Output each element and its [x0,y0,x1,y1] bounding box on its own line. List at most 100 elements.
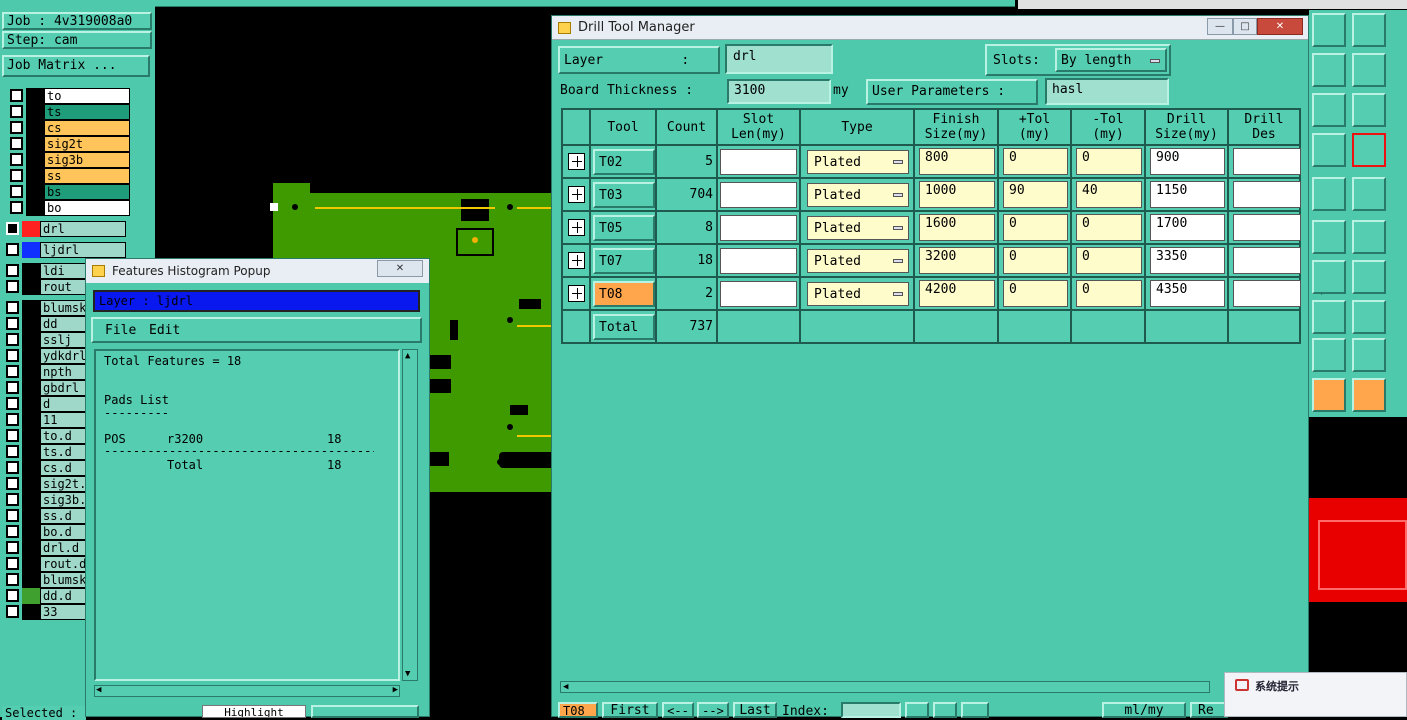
layer-checkbox[interactable] [10,105,23,118]
undo-icon[interactable] [1352,260,1386,294]
slot-len-input[interactable] [720,215,797,241]
layer-checkbox[interactable] [6,264,19,277]
layer-checkbox[interactable] [6,397,19,410]
drill-des-input[interactable] [1233,280,1301,307]
scroll-up-icon[interactable]: ▲ [405,351,410,361]
drill-des-input[interactable] [1233,181,1301,208]
layer-checkbox[interactable] [6,317,19,330]
finish-size-input[interactable]: 800 [919,148,995,175]
drill-des-input[interactable] [1233,247,1301,274]
layer-checkbox[interactable] [6,381,19,394]
layer-checkbox[interactable] [10,153,23,166]
layer-checkbox[interactable] [10,169,23,182]
drill-size-input[interactable]: 1700 [1150,214,1225,241]
minus-tol-input[interactable]: 40 [1076,181,1142,208]
cross-icon[interactable] [1312,220,1346,254]
close-button[interactable] [311,705,419,718]
maximize-icon[interactable]: □ [1233,18,1257,35]
job-matrix-button[interactable]: Job Matrix ... [2,55,150,77]
layer-checkbox[interactable] [6,365,19,378]
drill-tool-manager-titlebar[interactable]: Drill Tool Manager — □ ✕ [552,16,1308,40]
slot-len-input[interactable] [720,149,797,175]
minus-tol-input[interactable]: 0 [1076,148,1142,175]
row-select-cell[interactable] [561,144,591,179]
drill-size-input[interactable]: 1150 [1150,181,1225,208]
slots-dropdown[interactable]: By length [1055,48,1167,72]
pin-icon[interactable] [1312,133,1346,167]
slot-len-input[interactable] [720,182,797,208]
minus-tol-input[interactable]: 0 [1076,214,1142,241]
slot-len-input[interactable] [720,248,797,274]
last-button[interactable]: Last [733,702,777,718]
pan-icon[interactable] [1312,93,1346,127]
layer-checkbox[interactable] [10,185,23,198]
home-icon[interactable] [1352,13,1386,47]
expand-icon[interactable] [568,153,585,170]
slot-len-input[interactable] [720,281,797,307]
finish-size-input[interactable]: 3200 [919,247,995,274]
tool-button[interactable]: T08 [593,281,655,307]
drill-size-input[interactable]: 4350 [1150,280,1225,307]
layer-checkbox[interactable] [6,557,19,570]
finish-size-input[interactable]: 1600 [919,214,995,241]
finish-size-input[interactable]: 4200 [919,280,995,307]
prev-button[interactable]: <-- [662,702,694,718]
plus-tol-input[interactable]: 90 [1003,181,1068,208]
layer-checkbox[interactable] [10,201,23,214]
histogram-horizontal-scrollbar[interactable]: ◀ ▶ [94,685,400,697]
expand-icon[interactable] [568,186,585,203]
units-dropdown[interactable]: ml/my [1102,702,1186,718]
row-select-cell[interactable] [561,177,591,212]
close-icon[interactable]: ✕ [1257,18,1303,35]
board-thickness-field[interactable]: 3100 [727,79,831,104]
drill-size-input[interactable]: 3350 [1150,247,1225,274]
tool-button[interactable]: T03 [593,182,655,208]
layer-checkbox[interactable] [6,509,19,522]
histogram-titlebar[interactable]: Features Histogram Popup ✕ [86,259,429,283]
user-parameters-field[interactable]: hasl [1045,78,1169,105]
scale-icon[interactable] [1352,93,1386,127]
layer-checkbox[interactable] [6,301,19,314]
line-icon[interactable] [1312,260,1346,294]
re-button[interactable]: Re [1190,702,1228,718]
swap-icon[interactable] [1352,53,1386,87]
select-arrow-icon[interactable] [1312,378,1346,412]
delete-icon[interactable] [961,702,989,718]
menu-file[interactable]: File [105,323,136,338]
layer-checkbox[interactable] [6,349,19,362]
layer-checkbox[interactable] [10,89,23,102]
type-dropdown[interactable]: Plated [807,282,909,306]
layer-checkbox[interactable] [6,493,19,506]
tool-button[interactable]: T02 [593,149,655,175]
minimize-icon[interactable]: — [1207,18,1233,35]
layer-checkbox[interactable] [6,413,19,426]
expand-icon[interactable] [568,252,585,269]
close-icon[interactable]: ✕ [377,260,423,277]
arc-up-icon[interactable] [1352,338,1386,372]
layer-checkbox[interactable] [6,445,19,458]
zoom-icon[interactable] [905,702,929,718]
layer-checkbox[interactable] [6,222,19,235]
drill-des-input[interactable] [1233,214,1301,241]
plus-tol-input[interactable]: 0 [1003,214,1068,241]
type-dropdown[interactable]: Plated [807,150,909,174]
system-prompt-popup[interactable]: 系统提示 [1224,672,1407,717]
drill-des-input[interactable] [1233,148,1301,175]
finish-size-input[interactable]: 1000 [919,181,995,208]
save-icon[interactable] [1312,13,1346,47]
layer-checkbox[interactable] [6,589,19,602]
import-icon[interactable] [1312,53,1346,87]
layer-checkbox[interactable] [10,137,23,150]
drill-size-input[interactable]: 900 [1150,148,1225,175]
arc-icon[interactable] [1312,338,1346,372]
net-icon[interactable] [1352,133,1386,167]
type-dropdown[interactable]: Plated [807,249,909,273]
layer-checkbox[interactable] [6,333,19,346]
scroll-left-icon[interactable]: ◀ [563,682,568,692]
tool-button[interactable]: T05 [593,215,655,241]
plus-tol-input[interactable]: 0 [1003,148,1068,175]
layer-checkbox[interactable] [6,605,19,618]
layer-checkbox[interactable] [6,477,19,490]
layer-checkbox[interactable] [6,461,19,474]
next-button[interactable]: --> [697,702,729,718]
